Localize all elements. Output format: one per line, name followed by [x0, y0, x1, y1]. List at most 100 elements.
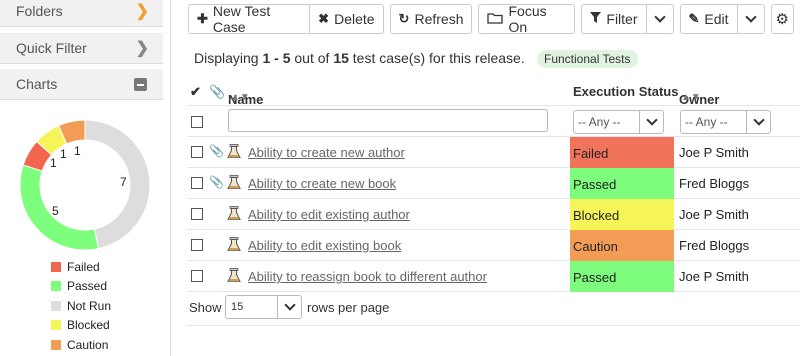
- legend-swatch: [51, 281, 61, 292]
- summary-suffix: test case(s) for this release.: [352, 50, 525, 66]
- edit-label: Edit: [704, 11, 729, 27]
- collapse-icon[interactable]: [134, 78, 147, 91]
- delete-button[interactable]: ✖ Delete: [310, 4, 384, 34]
- name-filter-input[interactable]: [228, 109, 548, 132]
- settings-group: ⚙: [770, 4, 794, 34]
- legend-label: Not Run: [67, 298, 112, 313]
- sort-icon[interactable]: ▲▼: [230, 92, 250, 103]
- sort-icon[interactable]: ▲▼: [681, 92, 701, 103]
- row-checkbox[interactable]: [191, 177, 203, 189]
- test-case-name-link[interactable]: Ability to create new book: [248, 176, 396, 191]
- test-case-name-link[interactable]: Ability to create new author: [248, 145, 405, 160]
- owner-cell: Joe P Smith: [679, 269, 749, 284]
- execution-status-cell: Passed: [570, 168, 674, 199]
- x-icon: ✖: [318, 11, 330, 26]
- donut-label-failed: 1: [50, 156, 57, 170]
- edit-button[interactable]: ✎ Edit: [679, 4, 738, 34]
- folder-icon: [487, 12, 504, 27]
- execution-status-cell: Failed: [570, 137, 674, 168]
- donut-label-not-run: 7: [120, 175, 127, 189]
- edit-group: ✎ Edit: [679, 4, 765, 34]
- legend-swatch: [51, 300, 61, 311]
- focus-on-button[interactable]: Focus On: [478, 3, 576, 35]
- edit-icon: ✎: [688, 11, 700, 26]
- filter-label: Filter: [606, 11, 638, 27]
- test-case-icon: [227, 175, 241, 190]
- status-filter-select[interactable]: -- Any --: [573, 110, 664, 134]
- grid-header-row: ✔ 📎 Name ▲▼ Execution Status Owner ▲▼: [187, 76, 800, 107]
- check-icon[interactable]: ✔: [190, 84, 201, 100]
- chevron-down-icon: [744, 11, 757, 23]
- rows-per-page-select[interactable]: 15: [225, 295, 302, 319]
- new-test-case-button[interactable]: ✚ New Test Case: [188, 3, 311, 35]
- sidebar: Folders ❯ Quick Filter ❯ Charts 1 1 1 5 …: [0, 0, 171, 356]
- show-label: Show: [189, 300, 222, 315]
- execution-status-cell: Blocked: [570, 199, 674, 230]
- donut-label-blocked: 1: [60, 147, 67, 161]
- settings-button[interactable]: ⚙: [770, 4, 794, 34]
- chevron-down-icon: [277, 296, 301, 318]
- execution-status-column-header[interactable]: Execution Status: [573, 84, 678, 99]
- focus-group: Focus On: [478, 3, 576, 35]
- results-summary: Displaying 1 - 5 out of 15 test case(s) …: [194, 50, 525, 66]
- refresh-group: ↻ Refresh: [389, 4, 473, 34]
- edit-actions-group: ✚ New Test Case ✖ Delete: [188, 3, 384, 35]
- test-case-icon: [227, 268, 241, 283]
- paperclip-icon: 📎: [209, 175, 224, 189]
- legend-item-not-run[interactable]: Not Run: [51, 296, 111, 316]
- filter-button[interactable]: Filter: [581, 4, 647, 34]
- owner-cell: Fred Bloggs: [679, 176, 750, 191]
- charts-panel-header[interactable]: Charts: [0, 69, 163, 100]
- legend-label: Caution: [67, 337, 109, 352]
- chevron-right-icon[interactable]: ❯: [136, 1, 149, 21]
- grid-filter-row: -- Any -- -- Any --: [187, 106, 800, 137]
- owner-filter-select[interactable]: -- Any --: [680, 110, 771, 134]
- quick-filter-label: Quick Filter: [16, 40, 87, 56]
- filter-dropdown-button[interactable]: [646, 4, 674, 34]
- table-row[interactable]: 📎 Ability to create new author Failed Joe P…: [187, 137, 800, 168]
- select-all-checkbox[interactable]: [191, 116, 203, 128]
- row-checkbox[interactable]: [191, 270, 203, 282]
- legend-item-passed[interactable]: Passed: [51, 277, 111, 297]
- test-case-name-link[interactable]: Ability to edit existing book: [248, 238, 401, 253]
- table-row[interactable]: 📎 Ability to create new book Passed Fred Bl…: [187, 168, 800, 199]
- filter-icon: [590, 11, 602, 27]
- summary-total: 15: [333, 50, 349, 66]
- gear-icon: ⚙: [775, 11, 789, 28]
- legend-swatch: [51, 339, 61, 350]
- release-type-badge: Functional Tests: [537, 50, 638, 68]
- chevron-right-icon[interactable]: ❯: [136, 38, 149, 58]
- refresh-button[interactable]: ↻ Refresh: [389, 4, 473, 34]
- test-case-name-link[interactable]: Ability to reassign book to different au…: [248, 269, 487, 284]
- chevron-down-icon: [639, 111, 663, 133]
- table-row[interactable]: Ability to reassign book to different au…: [187, 261, 800, 292]
- folders-panel-header[interactable]: Folders ❯: [0, 0, 163, 27]
- legend-item-caution[interactable]: Caution: [51, 335, 111, 355]
- test-case-icon: [227, 144, 241, 159]
- paperclip-icon: 📎: [209, 84, 226, 99]
- paperclip-icon: 📎: [209, 144, 224, 158]
- execution-status-cell: Caution: [570, 230, 674, 261]
- filter-group: Filter: [581, 4, 674, 34]
- owner-cell: Joe P Smith: [679, 145, 749, 160]
- legend-label: Failed: [67, 259, 100, 274]
- legend-item-blocked[interactable]: Blocked: [51, 316, 111, 336]
- legend-item-failed[interactable]: Failed: [51, 257, 111, 277]
- quick-filter-panel-header[interactable]: Quick Filter ❯: [0, 33, 163, 64]
- table-row[interactable]: Ability to edit existing author Blocked Jo…: [187, 199, 800, 230]
- test-case-name-link[interactable]: Ability to edit existing author: [248, 207, 410, 222]
- row-checkbox[interactable]: [191, 146, 203, 158]
- test-case-icon: [227, 206, 241, 221]
- edit-dropdown-button[interactable]: [737, 4, 765, 34]
- rows-per-page-value: 15: [231, 301, 244, 313]
- owner-filter-value: -- Any --: [685, 115, 728, 129]
- donut-slice-passed[interactable]: [20, 164, 100, 250]
- summary-prefix: Displaying: [194, 50, 259, 66]
- chart-legend: Failed Passed Not Run Blocked Caution: [51, 257, 111, 355]
- row-checkbox[interactable]: [191, 239, 203, 251]
- row-checkbox[interactable]: [191, 208, 203, 220]
- table-row[interactable]: Ability to edit existing book Caution Fred…: [187, 230, 800, 261]
- delete-label: Delete: [334, 11, 375, 27]
- charts-label: Charts: [16, 76, 58, 92]
- focus-on-label: Focus On: [508, 3, 547, 35]
